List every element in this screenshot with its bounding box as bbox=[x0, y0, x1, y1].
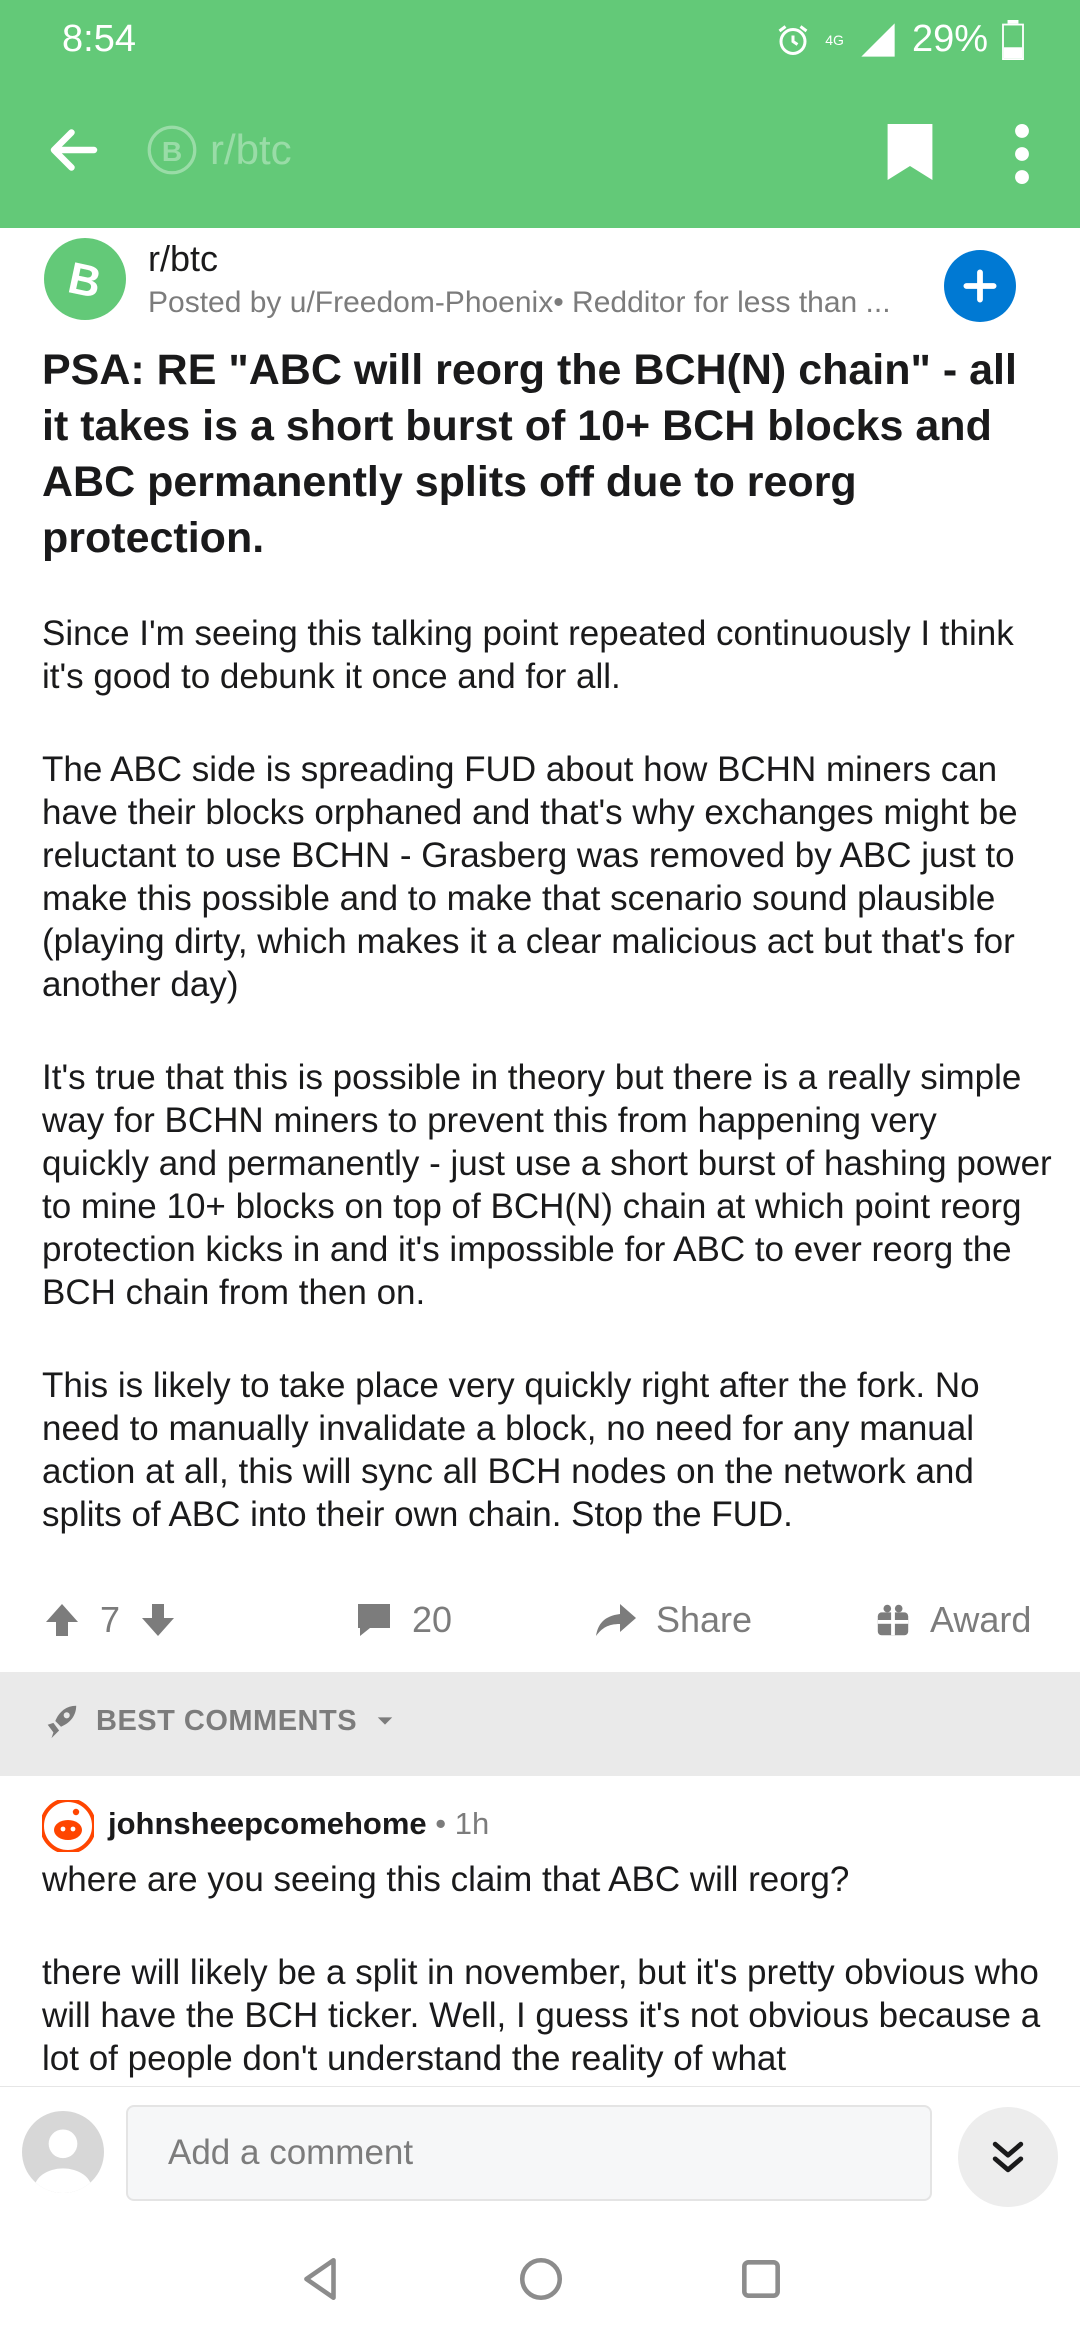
comment-input[interactable]: Add a comment bbox=[126, 2105, 932, 2201]
bitcoin-icon: B bbox=[64, 254, 106, 307]
award-button[interactable]: Award bbox=[874, 1590, 1031, 1650]
alarm-icon bbox=[778, 24, 808, 55]
upvote-icon[interactable] bbox=[42, 1600, 82, 1640]
toolbar-subreddit: B r/btc bbox=[146, 124, 292, 176]
post-body: Since I'm seeing this talking point repe… bbox=[42, 612, 1052, 1586]
subreddit-avatar[interactable]: B bbox=[44, 238, 126, 320]
network-type: 4G bbox=[825, 31, 844, 48]
system-nav-bar bbox=[0, 2218, 1080, 2340]
share-button[interactable]: Share bbox=[594, 1590, 752, 1650]
battery-percent: 29% bbox=[911, 18, 988, 60]
comment-time: • 1h bbox=[426, 1806, 490, 1841]
user-avatar[interactable] bbox=[22, 2111, 104, 2193]
recents-square-icon[interactable] bbox=[736, 2254, 786, 2304]
vote-group: 7 bbox=[42, 1590, 178, 1650]
plus-icon bbox=[963, 269, 997, 303]
rocket-icon bbox=[47, 1705, 77, 1739]
comment-paragraph: where are you seeing this claim that ABC… bbox=[42, 1860, 850, 1899]
join-button[interactable] bbox=[944, 250, 1016, 322]
svg-text:B: B bbox=[64, 254, 106, 307]
post-paragraph: Since I'm seeing this talking point repe… bbox=[42, 614, 1014, 696]
status-time: 8:54 bbox=[62, 18, 136, 60]
home-circle-icon[interactable] bbox=[516, 2254, 566, 2304]
back-triangle-icon[interactable] bbox=[296, 2254, 346, 2304]
sort-label: BEST COMMENTS bbox=[96, 1704, 358, 1737]
bitcoin-icon: B bbox=[147, 125, 197, 175]
post-subreddit[interactable]: r/btc bbox=[148, 238, 218, 280]
more-vertical-icon[interactable] bbox=[1010, 124, 1034, 184]
post-paragraph: It's true that this is possible in theor… bbox=[42, 1058, 1052, 1312]
arrow-left-icon[interactable] bbox=[44, 120, 104, 180]
comment-paragraph: there will likely be a split in november… bbox=[42, 1953, 1041, 2078]
comment-sort-bar: BEST COMMENTS bbox=[0, 1672, 1080, 1776]
post-title: PSA: RE "ABC will reorg the BCH(N) chain… bbox=[42, 346, 1017, 562]
snoo-icon bbox=[40, 1798, 96, 1854]
sort-dropdown[interactable]: BEST COMMENTS bbox=[42, 1702, 397, 1740]
commenter-avatar[interactable] bbox=[40, 1798, 96, 1854]
status-bar: 8:54 4G 29% bbox=[0, 0, 1080, 80]
bookmark-icon[interactable] bbox=[886, 124, 934, 180]
battery-icon bbox=[1002, 19, 1024, 60]
user-icon bbox=[34, 2129, 92, 2193]
comments-button[interactable]: 20 bbox=[354, 1590, 452, 1650]
comment-meta: johnsheepcomehome • 1h bbox=[108, 1806, 489, 1842]
comment-body: where are you seeing this claim that ABC… bbox=[42, 1858, 1052, 2086]
svg-text:B: B bbox=[162, 136, 182, 167]
share-label: Share bbox=[656, 1599, 753, 1640]
share-icon bbox=[596, 1604, 636, 1636]
toolbar-subreddit-name: r/btc bbox=[210, 126, 292, 173]
vote-count: 7 bbox=[100, 1599, 121, 1640]
comment-icon bbox=[358, 1604, 390, 1636]
gift-icon bbox=[877, 1604, 909, 1636]
comment-composer: Add a comment bbox=[0, 2086, 1080, 2218]
chevron-down-icon bbox=[377, 1717, 393, 1725]
post-paragraph: The ABC side is spreading FUD about how … bbox=[42, 750, 1018, 1004]
post-paragraph: This is likely to take place very quickl… bbox=[42, 1366, 980, 1534]
award-label: Award bbox=[930, 1599, 1032, 1640]
post-header: B r/btc Posted by u/Freedom-Phoenix• Red… bbox=[0, 228, 1080, 348]
downvote-icon[interactable] bbox=[138, 1600, 178, 1640]
comment: johnsheepcomehome • 1h where are you see… bbox=[0, 1776, 1080, 2086]
post-actions: 7 20 Share Award bbox=[0, 1590, 1080, 1670]
status-icons: 4G 29% bbox=[775, 18, 1024, 61]
collapse-button[interactable] bbox=[958, 2107, 1058, 2207]
app-bar: 8:54 4G 29% B r/btc bbox=[0, 0, 1080, 228]
comment-author[interactable]: johnsheepcomehome bbox=[108, 1806, 427, 1841]
post-author-line[interactable]: Posted by u/Freedom-Phoenix• Redditor fo… bbox=[148, 286, 938, 320]
comment-count: 20 bbox=[412, 1599, 453, 1640]
double-chevron-down-icon bbox=[992, 2141, 1024, 2173]
signal-icon bbox=[861, 22, 895, 57]
